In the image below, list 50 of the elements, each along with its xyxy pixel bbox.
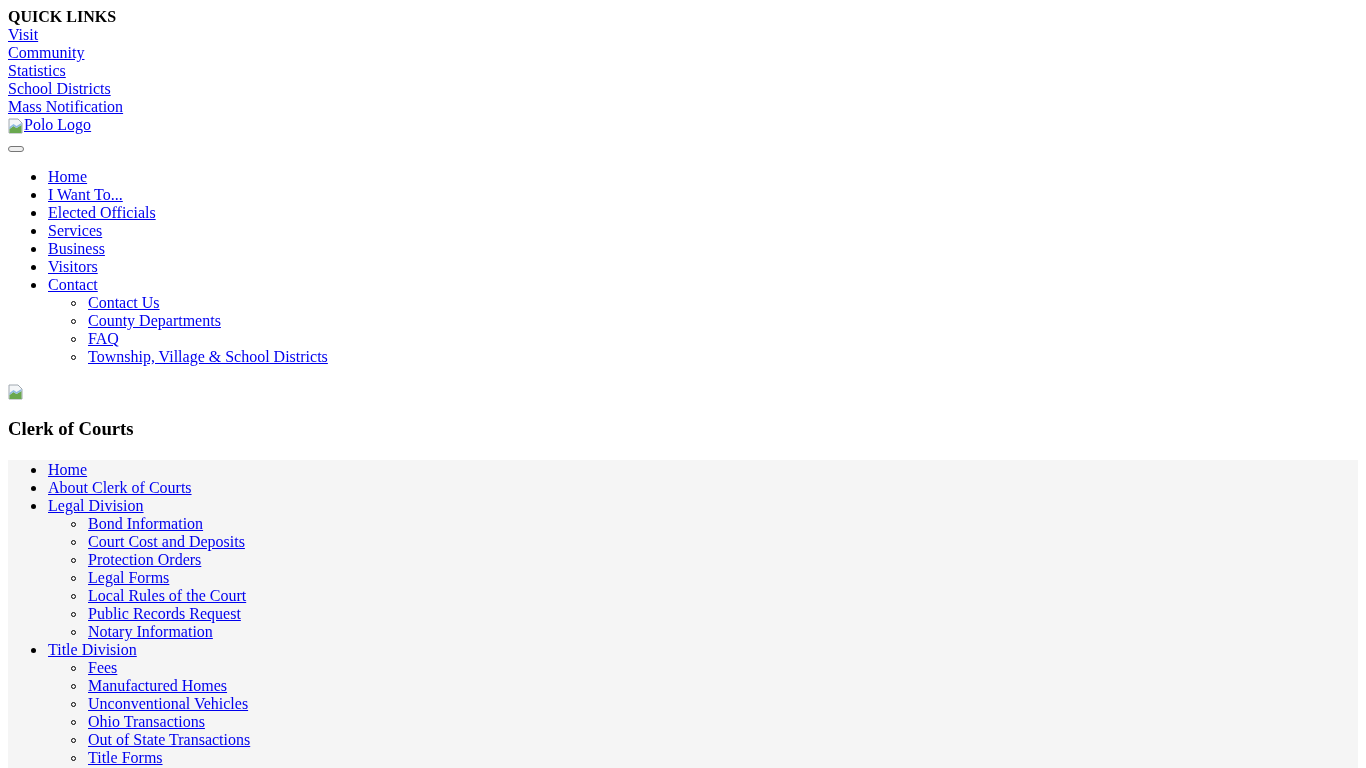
nav-link[interactable]: Manufactured Homes (88, 677, 228, 695)
nav-link[interactable]: Township, Village & School Districts (88, 348, 328, 366)
bullet-icon (31, 229, 36, 234)
bullet-icon (31, 211, 36, 216)
bullet-icon (31, 504, 36, 509)
logo-link[interactable]: Polo Logo (8, 116, 92, 134)
nav-link[interactable]: Out of State Transactions (88, 731, 251, 749)
quick-link[interactable]: Mass Notification (8, 98, 124, 115)
nav-link[interactable]: Title Forms (88, 749, 163, 767)
nav-link[interactable]: Services (48, 222, 103, 240)
nav-link[interactable]: Business (48, 240, 105, 258)
nav-link[interactable]: Contact (48, 276, 98, 294)
nav-link[interactable]: I Want To... (48, 186, 123, 204)
nav-link[interactable]: FAQ (88, 330, 119, 348)
nav-link[interactable]: Home (48, 168, 88, 186)
nav-link[interactable]: Court Cost and Deposits (88, 533, 245, 551)
broken-image-icon (8, 118, 24, 134)
menu-toggle-button[interactable] (8, 146, 24, 152)
nav-link[interactable]: Ohio Transactions (88, 713, 205, 731)
bullet-icon (31, 283, 36, 288)
bullet-icon (31, 265, 36, 270)
nav-link[interactable]: Contact Us (88, 294, 160, 312)
bullet-icon (31, 175, 36, 180)
nav-link[interactable]: Legal Division (48, 497, 144, 515)
nav-link[interactable]: Home (48, 461, 88, 479)
nav-link[interactable]: Visitors (48, 258, 98, 276)
bullet-icon (31, 648, 36, 653)
nav-link[interactable]: Legal Forms (88, 569, 170, 587)
bullet-icon (31, 247, 36, 252)
nav-link[interactable]: Public Records Request (88, 605, 241, 623)
broken-image-icon (8, 384, 24, 400)
quick-link[interactable]: Statistics (8, 62, 66, 79)
bullet-icon (31, 193, 36, 198)
nav-link[interactable]: Bond Information (88, 515, 204, 533)
nav-link[interactable]: Notary Information (88, 623, 213, 641)
nav-link[interactable]: Protection Orders (88, 551, 202, 569)
quick-link[interactable]: Community (8, 44, 85, 61)
page-title: Clerk of Courts (8, 418, 134, 440)
quick-link[interactable]: School Districts (8, 80, 111, 97)
nav-link[interactable]: County Departments (88, 312, 221, 330)
bullet-icon (31, 468, 36, 473)
nav-link[interactable]: Title Division (48, 641, 137, 659)
nav-link[interactable]: Local Rules of the Court (88, 587, 247, 605)
nav-link[interactable]: Unconventional Vehicles (88, 695, 249, 713)
quick-links-heading: QUICK LINKS (8, 8, 117, 26)
quick-link[interactable]: Visit (8, 26, 39, 43)
nav-link[interactable]: Fees (88, 659, 118, 677)
bullet-icon (31, 486, 36, 491)
nav-link[interactable]: Elected Officials (48, 204, 156, 222)
nav-link[interactable]: About Clerk of Courts (48, 479, 192, 497)
